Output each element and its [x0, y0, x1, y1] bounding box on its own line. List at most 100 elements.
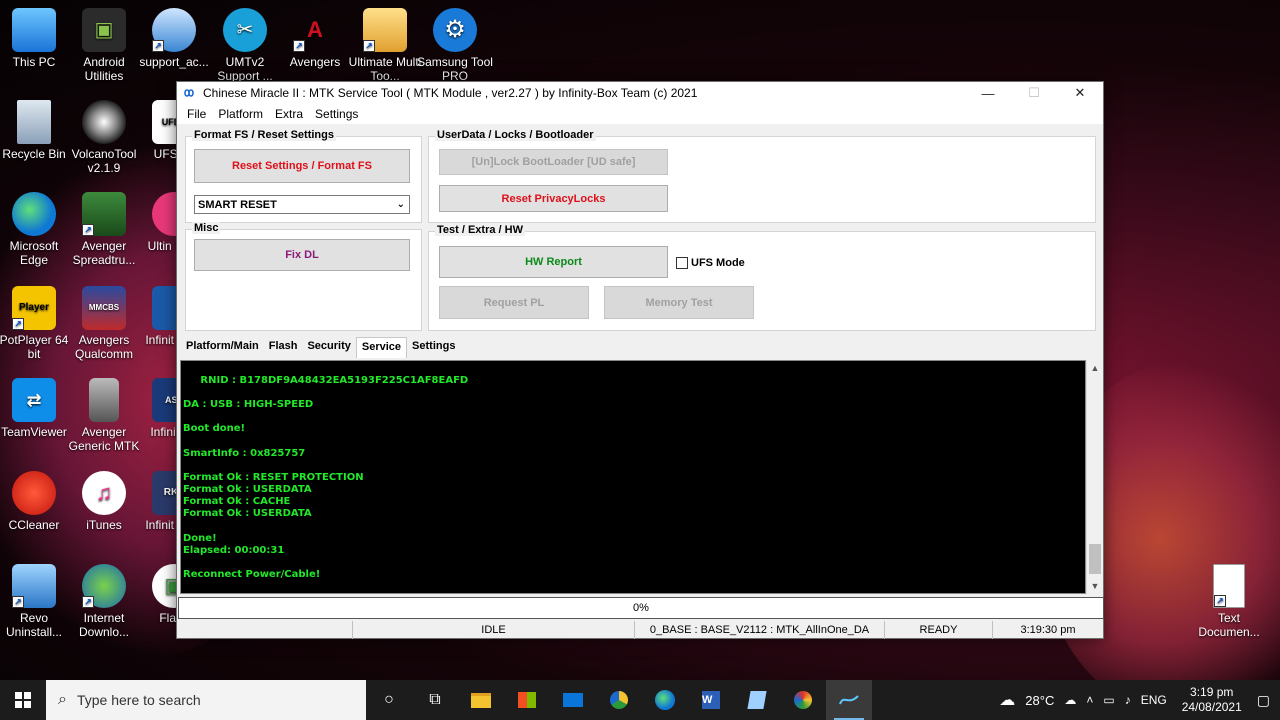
shortcut-arrow-icon: ↗ [12, 596, 24, 608]
language-indicator[interactable]: ENG [1141, 693, 1167, 707]
network-icon[interactable]: ▭ [1103, 693, 1114, 707]
status-ready: READY [885, 621, 993, 639]
cloud-icon[interactable]: ☁ [1064, 693, 1076, 707]
file-explorer-icon[interactable] [458, 680, 504, 720]
desktop-icon-revo[interactable]: ↗ Revo Uninstall... [0, 564, 73, 639]
desktop-icon-samsung-tool[interactable]: ⚙ Samsung Tool PRO [416, 8, 494, 83]
desktop-icon-avenger-spreadtrum[interactable]: ↗ Avenger Spreadtru... [65, 192, 143, 267]
potplayer-icon: Player ↗ [12, 286, 56, 330]
desktop-icon-edge[interactable]: Microsoft Edge [0, 192, 73, 267]
desktop-icon-ultimate-multi-tool[interactable]: ↗ Ultimate Multi Too... [346, 8, 424, 83]
maximize-button[interactable]: ☐ [1011, 82, 1057, 104]
tab-platform-main[interactable]: Platform/Main [181, 337, 264, 357]
itunes-icon: ♫ [82, 471, 126, 515]
task-view-icon[interactable]: ⧉ [412, 680, 458, 720]
menu-extra[interactable]: Extra [269, 107, 309, 121]
log-line: Reconnect Power/Cable! [183, 569, 321, 580]
clock[interactable]: 3:19 pm 24/08/2021 [1182, 685, 1242, 715]
test-group: Test / Extra / HW HW Report UFS Mode Req… [428, 224, 1096, 331]
chrome-canary-icon[interactable] [596, 680, 642, 720]
paint-icon[interactable] [780, 680, 826, 720]
avenger-icon: ↗ [82, 192, 126, 236]
desktop-icon-potplayer[interactable]: Player ↗ PotPlayer 64 bit [0, 286, 73, 361]
system-tray: ☁ 28°C ☁ ˄ ▭ ♪ ENG 3:19 pm 24/08/2021 ▢ [994, 680, 1280, 720]
log-line: Format Ok : USERDATA [183, 508, 312, 519]
desktop-icon-teamviewer[interactable]: ⇄ TeamViewer [0, 378, 73, 439]
weather-temp[interactable]: 28°C [1025, 693, 1054, 708]
log-scrollbar[interactable]: ▲ ▼ [1086, 360, 1102, 594]
reset-privacylocks-button[interactable]: Reset PrivacyLocks [439, 185, 668, 212]
desktop-icon-idm[interactable]: ↗ Internet Downlo... [65, 564, 143, 639]
tab-security[interactable]: Security [302, 337, 355, 357]
tab-service[interactable]: Service [355, 337, 408, 358]
mail-icon[interactable] [550, 680, 596, 720]
cortana-icon[interactable]: ○ [366, 680, 412, 720]
cm2-window[interactable]: Chinese Miracle II : MTK Service Tool ( … [176, 81, 1104, 639]
desktop-icon-ccleaner[interactable]: CCleaner [0, 471, 73, 532]
log-line: Format Ok : CACHE [183, 496, 291, 507]
desktop-icon-avenger-generic-mtk[interactable]: Avenger Generic MTK [65, 378, 143, 453]
hw-report-button[interactable]: HW Report [439, 246, 668, 278]
desktop-icon-recycle-bin[interactable]: Recycle Bin [0, 100, 73, 161]
format-group-title: Format FS / Reset Settings [192, 129, 336, 141]
desktop-icon-support[interactable]: ↗ support_ac... [135, 8, 213, 69]
log-line: SmartInfo : 0x825757 [183, 448, 306, 459]
fix-dl-button[interactable]: Fix DL [194, 239, 410, 271]
title-bar[interactable]: Chinese Miracle II : MTK Service Tool ( … [177, 82, 1103, 104]
memory-test-button[interactable]: Memory Test [604, 286, 754, 319]
text-document-icon: ↗ [1213, 564, 1245, 608]
volume-icon[interactable]: ♪ [1125, 693, 1131, 707]
shortcut-arrow-icon: ↗ [82, 224, 94, 236]
notepad-icon[interactable] [734, 680, 780, 720]
menu-settings[interactable]: Settings [309, 107, 364, 121]
desktop-icon-volcanotool[interactable]: VolcanoTool v2.1.9 [65, 100, 143, 175]
log-console[interactable]: RNID : B178DF9A48432EA5193F225C1AF8EAFD … [180, 360, 1086, 594]
shortcut-arrow-icon: ↗ [12, 318, 24, 330]
log-line: Boot done! [183, 423, 246, 434]
status-time: 3:19:30 pm [1020, 624, 1076, 636]
tab-flash[interactable]: Flash [264, 337, 303, 357]
scroll-thumb[interactable] [1089, 544, 1101, 574]
desktop-icon-text-document[interactable]: ↗ Text Documen... [1190, 564, 1268, 639]
cm2-taskbar-icon[interactable] [826, 680, 872, 720]
desktop-icon-avengers[interactable]: A ↗ Avengers [276, 8, 354, 70]
desktop-icon-android-utilities[interactable]: ▣ Android Utilities [65, 8, 143, 83]
status-base: 0_BASE : BASE_V2112 : MTK_AllInOne_DA [635, 621, 885, 639]
close-button[interactable]: ✕ [1057, 82, 1103, 104]
desktop-icon-umtv2[interactable]: ✂ UMTv2 Support ... [206, 8, 284, 83]
log-line: RNID : B178DF9A48432EA5193F225C1AF8EAFD [183, 375, 469, 386]
desktop-icon-this-pc[interactable]: This PC [0, 8, 73, 69]
menu-file[interactable]: File [181, 107, 212, 121]
menu-platform[interactable]: Platform [212, 107, 269, 121]
menu-bar: File Platform Extra Settings [177, 104, 1103, 124]
reset-settings-button[interactable]: Reset Settings / Format FS [194, 149, 410, 183]
word-icon[interactable]: W [688, 680, 734, 720]
edge-icon [12, 192, 56, 236]
start-button[interactable] [0, 680, 46, 720]
recycle-bin-icon [17, 100, 51, 144]
avengers-logo-icon: A ↗ [293, 8, 337, 52]
taskbar-search[interactable]: ⌕ Type here to search [46, 680, 366, 720]
request-pl-button[interactable]: Request PL [439, 286, 589, 319]
chevron-up-icon[interactable]: ˄ [1086, 693, 1093, 707]
infinity-taskbar-icon [839, 695, 859, 705]
reset-mode-select[interactable]: SMART RESET ⌄ [194, 195, 410, 214]
tab-settings[interactable]: Settings [407, 337, 460, 357]
status-bar: IDLE 0_BASE : BASE_V2112 : MTK_AllInOne_… [177, 621, 1103, 639]
scroll-up-icon[interactable]: ▲ [1087, 360, 1103, 376]
weather-icon[interactable]: ☁ [999, 690, 1015, 710]
store-icon[interactable] [504, 680, 550, 720]
ufs-mode-checkbox[interactable]: UFS Mode [676, 257, 745, 269]
notification-icon[interactable]: ▢ [1257, 692, 1270, 709]
minimize-button[interactable]: — [965, 82, 1011, 104]
unlock-bootloader-button[interactable]: [Un]Lock BootLoader [UD safe] [439, 149, 668, 175]
scroll-down-icon[interactable]: ▼ [1087, 578, 1103, 594]
shortcut-arrow-icon: ↗ [363, 40, 375, 52]
android-icon: ▣ [82, 8, 126, 52]
ultimate-tool-icon: ↗ [363, 8, 407, 52]
infinity-logo-icon [184, 89, 194, 97]
desktop-icon-avengers-qualcomm[interactable]: MMCBS Avengers Qualcomm [65, 286, 143, 361]
desktop-icon-itunes[interactable]: ♫ iTunes [65, 471, 143, 532]
edge-taskbar-icon[interactable] [642, 680, 688, 720]
misc-group-title: Misc [192, 222, 221, 234]
